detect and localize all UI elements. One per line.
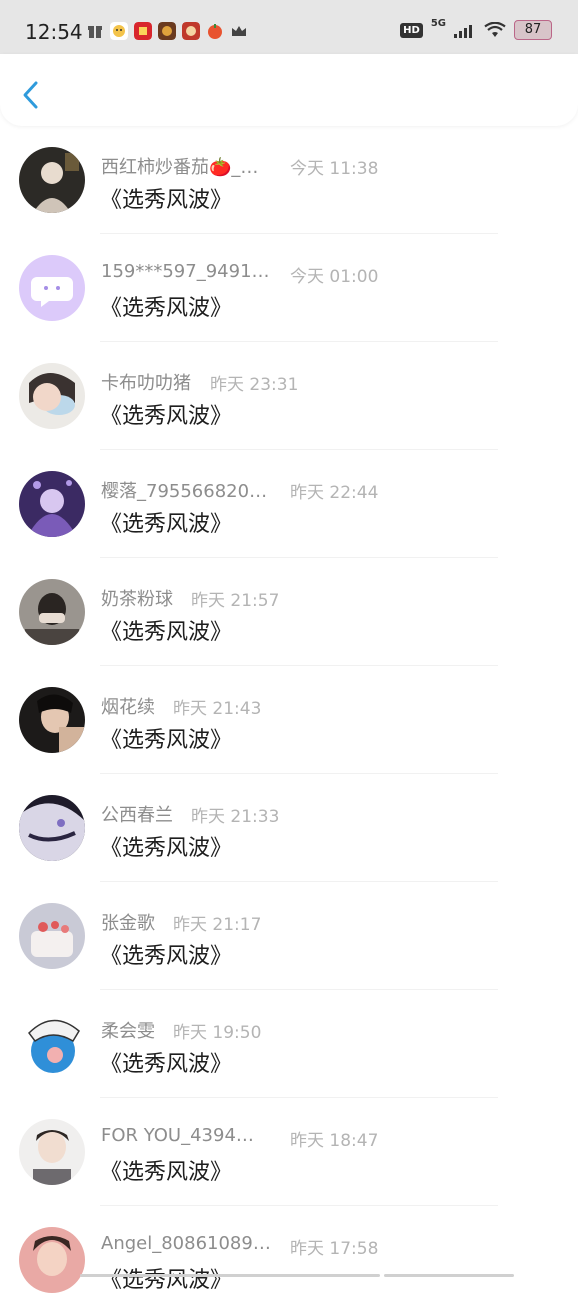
comment-text: 《选秀风波》 [100, 404, 233, 429]
game-app-icon [158, 22, 176, 40]
notification-icons [86, 22, 248, 40]
list-item[interactable]: 樱落_795566820… 昨天 22:44 《选秀风波》 [0, 450, 578, 558]
list-item[interactable]: 公西春兰 昨天 21:33 《选秀风波》 [0, 774, 578, 882]
avatar[interactable] [19, 687, 85, 753]
status-time: 12:54 [25, 20, 83, 44]
crown-icon [232, 26, 246, 36]
comment-list: 西红柿炒番茄🍅_… 今天 11:38 《选秀风波》 159***597_9491… [0, 126, 578, 1314]
comment-time: 昨天 18:47 [290, 1131, 379, 1151]
list-item[interactable]: 柔会雯 昨天 19:50 《选秀风波》 [0, 990, 578, 1098]
scroll-indicator [0, 1274, 578, 1278]
user-name[interactable]: 烟花续 [101, 693, 155, 719]
avatar[interactable] [19, 471, 85, 537]
wifi-icon [484, 22, 506, 37]
avatar[interactable] [19, 255, 85, 321]
avatar[interactable] [19, 903, 85, 969]
comment-time: 今天 11:38 [290, 159, 379, 179]
comment-time: 昨天 22:44 [290, 483, 379, 503]
list-item[interactable]: 奶茶粉球 昨天 21:57 《选秀风波》 [0, 558, 578, 666]
avatar[interactable] [19, 1227, 85, 1293]
comment-time: 昨天 21:17 [173, 915, 262, 935]
user-name[interactable]: 张金歌 [101, 909, 155, 935]
avatar[interactable] [19, 147, 85, 213]
comment-time: 昨天 21:43 [173, 699, 262, 719]
list-item[interactable]: Angel_80861089… 昨天 17:58 《选秀风波》 [0, 1206, 578, 1314]
header-bar [0, 54, 578, 126]
comment-time: 今天 01:00 [290, 267, 379, 287]
game2-app-icon [182, 22, 200, 40]
user-name[interactable]: 樱落_795566820… [101, 477, 267, 503]
list-item[interactable]: 卡布叻叻猪 昨天 23:31 《选秀风波》 [0, 342, 578, 450]
comment-text: 《选秀风波》 [100, 944, 233, 969]
gift-icon [88, 26, 102, 38]
red-app-icon [134, 22, 152, 40]
status-bar: 12:54 HD 5G 87 [0, 0, 578, 54]
battery-indicator: 87 [514, 20, 552, 40]
avatar[interactable] [19, 1119, 85, 1185]
user-name[interactable]: 柔会雯 [101, 1017, 155, 1043]
avatar[interactable] [19, 363, 85, 429]
network-type: 5G [430, 18, 446, 29]
comment-text: 《选秀风波》 [100, 728, 233, 753]
user-name[interactable]: 西红柿炒番茄🍅_… [101, 153, 258, 179]
list-item[interactable]: FOR YOU_4394… 昨天 18:47 《选秀风波》 [0, 1098, 578, 1206]
user-name[interactable]: 公西春兰 [101, 801, 173, 827]
comment-text: 《选秀风波》 [100, 296, 233, 321]
comment-text: 《选秀风波》 [100, 1052, 233, 1077]
comment-text: 《选秀风波》 [100, 1268, 233, 1293]
comment-time: 昨天 21:57 [191, 591, 280, 611]
hd-badge: HD [400, 22, 423, 38]
comment-text: 《选秀风波》 [100, 188, 233, 213]
list-item[interactable]: 159***597_9491… 今天 01:00 《选秀风波》 [0, 234, 578, 342]
comment-text: 《选秀风波》 [100, 1160, 233, 1185]
avatar[interactable] [19, 579, 85, 645]
avatar[interactable] [19, 1011, 85, 1077]
user-name[interactable]: FOR YOU_4394… [101, 1125, 254, 1146]
user-name[interactable]: 卡布叻叻猪 [101, 369, 191, 395]
comment-time: 昨天 23:31 [210, 375, 299, 395]
user-name[interactable]: 159***597_9491… [101, 261, 270, 282]
comment-time: 昨天 19:50 [173, 1023, 262, 1043]
list-item[interactable]: 西红柿炒番茄🍅_… 今天 11:38 《选秀风波》 [0, 126, 578, 234]
list-item[interactable]: 张金歌 昨天 21:17 《选秀风波》 [0, 882, 578, 990]
comment-time: 昨天 17:58 [290, 1239, 379, 1259]
user-name[interactable]: 奶茶粉球 [101, 585, 173, 611]
face-app-icon [110, 22, 128, 40]
avatar[interactable] [19, 795, 85, 861]
comment-text: 《选秀风波》 [100, 512, 233, 537]
user-name[interactable]: Angel_80861089… [101, 1233, 271, 1254]
comment-text: 《选秀风波》 [100, 836, 233, 861]
signal-icon [454, 25, 472, 38]
list-item[interactable]: 烟花续 昨天 21:43 《选秀风波》 [0, 666, 578, 774]
tomato-app-icon [208, 24, 222, 39]
chevron-left-icon[interactable] [20, 80, 42, 110]
comment-text: 《选秀风波》 [100, 620, 233, 645]
comment-time: 昨天 21:33 [191, 807, 280, 827]
